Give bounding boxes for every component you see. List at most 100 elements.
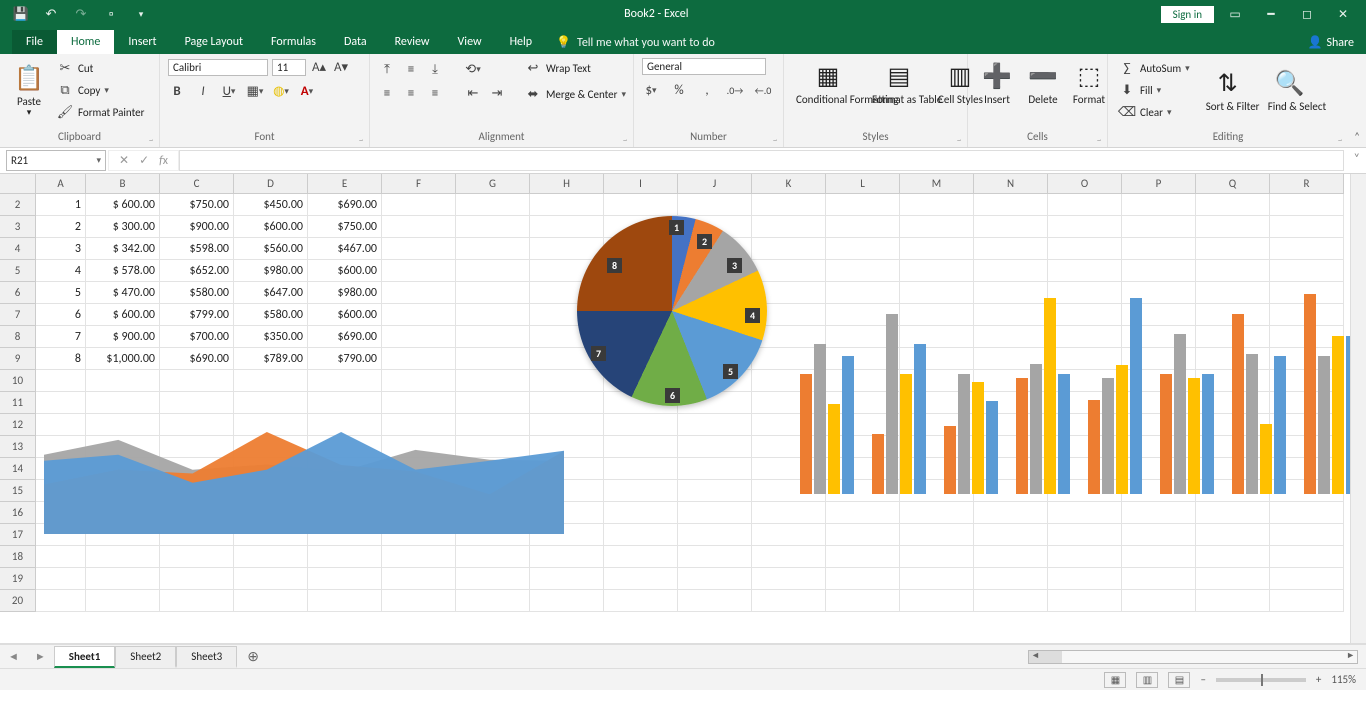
comma-format-icon[interactable]: , [698, 81, 716, 99]
row-header[interactable]: 5 [0, 260, 36, 282]
embedded-bar-chart[interactable] [800, 284, 1340, 494]
cell[interactable] [1196, 524, 1270, 546]
cell[interactable] [604, 502, 678, 524]
normal-view-button[interactable]: ▦ [1104, 672, 1126, 688]
cell[interactable] [1122, 524, 1196, 546]
cell[interactable] [826, 568, 900, 590]
cell[interactable] [456, 216, 530, 238]
new-sheet-button[interactable]: ⊕ [237, 648, 269, 665]
cell[interactable] [900, 194, 974, 216]
zoom-slider[interactable] [1216, 678, 1306, 682]
cell[interactable] [678, 502, 752, 524]
close-icon[interactable]: ✕ [1328, 3, 1358, 25]
cell[interactable]: $ 600.00 [86, 304, 160, 326]
cell[interactable] [530, 590, 604, 612]
share-button[interactable]: 👤 Share [1295, 31, 1366, 54]
cell[interactable]: 4 [36, 260, 86, 282]
cell[interactable] [1270, 260, 1344, 282]
cell[interactable] [1196, 546, 1270, 568]
row-header[interactable]: 16 [0, 502, 36, 524]
cell[interactable] [456, 260, 530, 282]
formula-bar[interactable] [179, 150, 1344, 171]
cell[interactable] [604, 590, 678, 612]
cell[interactable]: $ 578.00 [86, 260, 160, 282]
cell[interactable]: 7 [36, 326, 86, 348]
cell[interactable] [234, 590, 308, 612]
merge-center-button[interactable]: ⬌Merge & Center [522, 84, 628, 104]
cell[interactable] [974, 546, 1048, 568]
decrease-decimal-icon[interactable]: ←.0 [754, 81, 772, 99]
align-middle-icon[interactable]: ≡ [402, 60, 420, 78]
fill-color-button[interactable]: ◍ [272, 82, 290, 100]
cell[interactable] [900, 238, 974, 260]
cell[interactable] [530, 546, 604, 568]
cell[interactable] [826, 260, 900, 282]
cell[interactable] [974, 590, 1048, 612]
cell[interactable] [234, 568, 308, 590]
cell[interactable] [678, 480, 752, 502]
row-header[interactable]: 9 [0, 348, 36, 370]
cell[interactable]: $ 300.00 [86, 216, 160, 238]
cell[interactable] [382, 348, 456, 370]
cell[interactable] [678, 590, 752, 612]
cell[interactable] [456, 304, 530, 326]
cell[interactable] [1196, 568, 1270, 590]
column-header[interactable]: E [308, 174, 382, 194]
tab-review[interactable]: Review [381, 30, 444, 54]
orientation-icon[interactable]: ⟲ [464, 60, 482, 78]
cell[interactable] [826, 546, 900, 568]
cell[interactable]: $ 342.00 [86, 238, 160, 260]
column-header[interactable]: N [974, 174, 1048, 194]
align-bottom-icon[interactable]: ⤓ [426, 60, 444, 78]
increase-decimal-icon[interactable]: .0→ [726, 81, 744, 99]
cell[interactable]: $560.00 [234, 238, 308, 260]
column-header[interactable]: A [36, 174, 86, 194]
cell[interactable] [86, 568, 160, 590]
sheet-tab-3[interactable]: Sheet3 [176, 646, 237, 668]
qat-more-icon[interactable]: ▾ [130, 3, 152, 25]
zoom-out-button[interactable]: – [1200, 673, 1205, 686]
cell[interactable]: $ 470.00 [86, 282, 160, 304]
cell[interactable] [1196, 260, 1270, 282]
tab-home[interactable]: Home [57, 30, 114, 54]
cell[interactable]: $600.00 [234, 216, 308, 238]
cell[interactable] [604, 524, 678, 546]
find-select-button[interactable]: 🔍Find & Select [1264, 65, 1316, 116]
cell[interactable] [974, 568, 1048, 590]
undo-icon[interactable]: ↶ [40, 3, 62, 25]
cell[interactable]: $600.00 [308, 260, 382, 282]
column-header[interactable]: M [900, 174, 974, 194]
collapse-ribbon-icon[interactable]: ˄ [1354, 130, 1360, 143]
font-size-select[interactable]: 11 [272, 59, 306, 76]
cell[interactable] [1122, 238, 1196, 260]
cell[interactable]: 2 [36, 216, 86, 238]
cell[interactable]: 1 [36, 194, 86, 216]
sheet-tab-2[interactable]: Sheet2 [115, 646, 176, 668]
minimize-icon[interactable]: ━ [1256, 3, 1286, 25]
cell[interactable] [36, 590, 86, 612]
copy-button[interactable]: ⧉Copy [54, 80, 146, 100]
row-header[interactable]: 12 [0, 414, 36, 436]
cell[interactable] [900, 502, 974, 524]
format-painter-button[interactable]: 🖌Format Painter [54, 102, 146, 122]
font-color-button[interactable]: A [298, 82, 316, 100]
cell[interactable]: 3 [36, 238, 86, 260]
fx-icon[interactable]: fx [159, 154, 168, 168]
cell[interactable] [900, 546, 974, 568]
percent-format-icon[interactable]: % [670, 81, 688, 99]
tab-data[interactable]: Data [330, 30, 381, 54]
cell[interactable] [1196, 238, 1270, 260]
touch-mode-icon[interactable]: ▫ [100, 3, 122, 25]
horizontal-scrollbar[interactable] [1028, 650, 1358, 664]
cell[interactable]: $799.00 [160, 304, 234, 326]
cell[interactable] [974, 216, 1048, 238]
cell[interactable] [752, 568, 826, 590]
cell[interactable] [1270, 524, 1344, 546]
cell[interactable] [974, 238, 1048, 260]
cell[interactable] [752, 524, 826, 546]
cell[interactable] [234, 392, 308, 414]
cell[interactable] [1048, 590, 1122, 612]
align-top-icon[interactable]: ⤒ [378, 60, 396, 78]
cell[interactable]: 6 [36, 304, 86, 326]
cell[interactable] [1122, 590, 1196, 612]
